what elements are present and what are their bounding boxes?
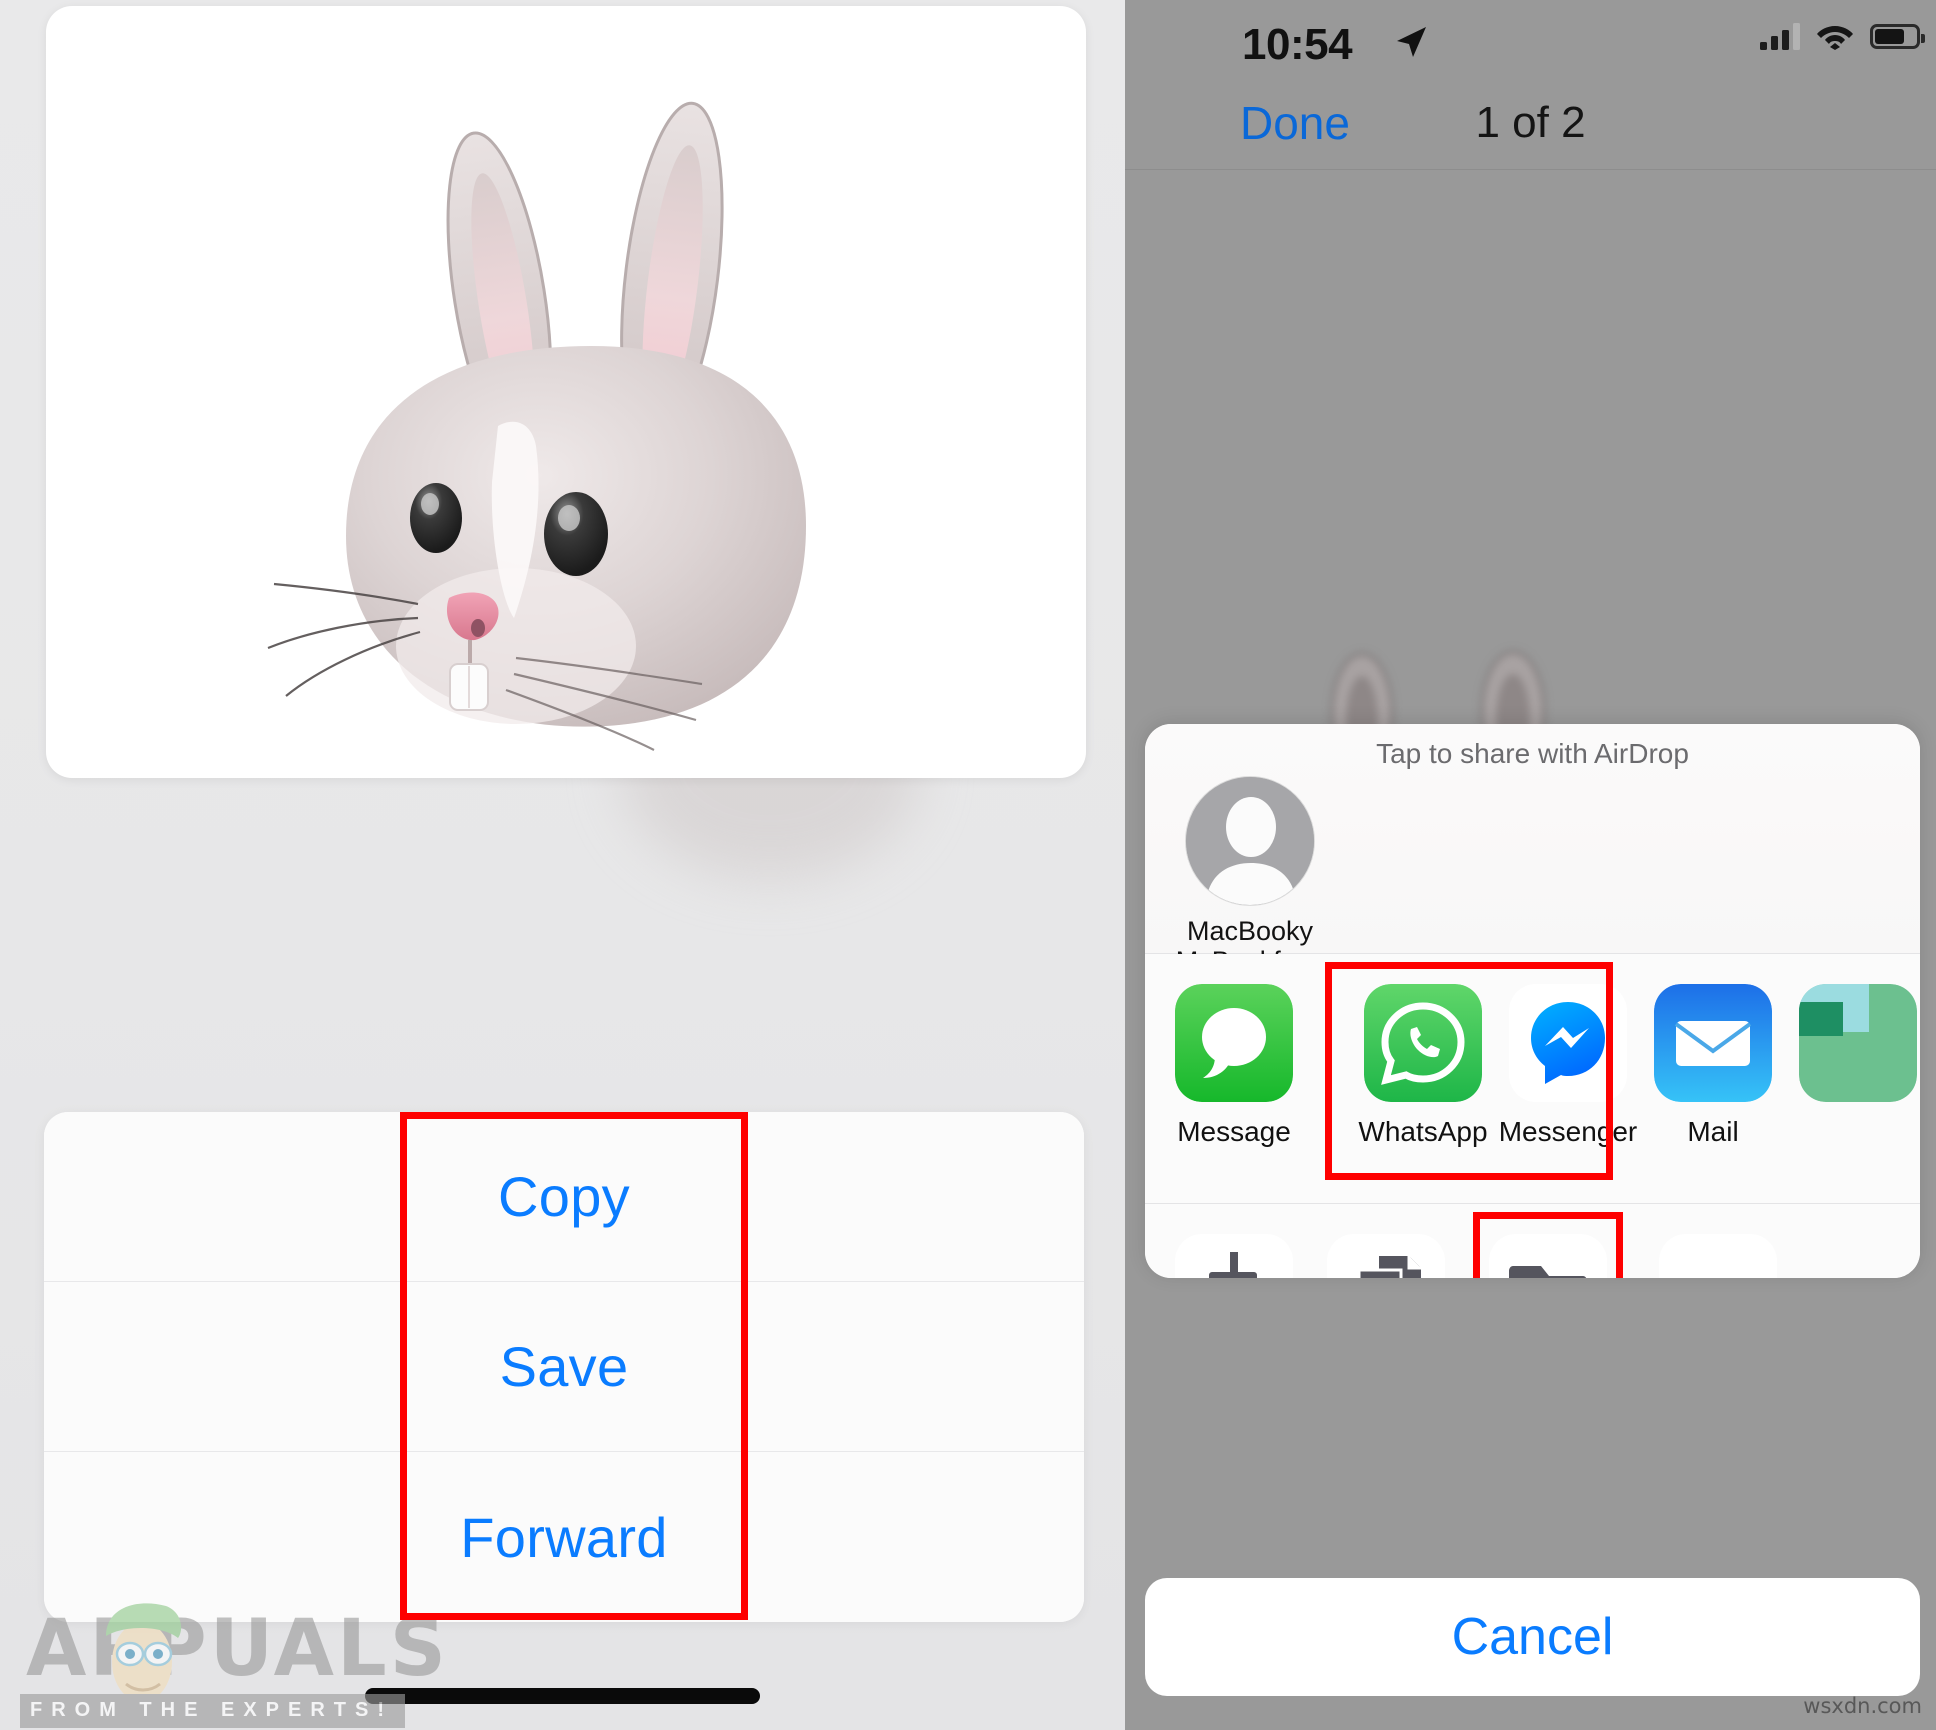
airdrop-section: Tap to share with AirDrop MacBooky McBoo… — [1145, 724, 1920, 976]
copy-icon — [1327, 1234, 1445, 1278]
wifi-icon — [1817, 26, 1853, 50]
share-app-partial[interactable] — [1785, 984, 1920, 1102]
share-actions-row: Save Video Copy — [1145, 1204, 1920, 1278]
messages-app-icon — [1175, 984, 1293, 1102]
ellipsis-icon — [1659, 1234, 1777, 1278]
home-indicator-bar — [365, 1688, 760, 1704]
share-apps-row: Message WhatsApp Messenger Mail — [1145, 954, 1920, 1204]
share-app-label: Mail — [1687, 1116, 1739, 1147]
whatsapp-app-icon — [1364, 984, 1482, 1102]
airdrop-contact-macbooky[interactable]: MacBooky McBookface — [1175, 776, 1325, 976]
cancel-button[interactable]: Cancel — [1145, 1578, 1920, 1696]
share-action-copy[interactable]: Copy — [1313, 1234, 1459, 1278]
share-app-message[interactable]: Message — [1161, 984, 1307, 1148]
battery-icon — [1870, 23, 1925, 49]
appuals-tagline: FROM THE EXPERTS! — [20, 1694, 406, 1728]
cellular-bars-icon — [1760, 22, 1800, 50]
context-menu-item-save[interactable]: Save — [44, 1282, 1084, 1452]
share-app-mail[interactable]: Mail — [1640, 984, 1786, 1148]
context-menu-item-forward[interactable]: Forward — [44, 1452, 1084, 1622]
airdrop-hint-text: Tap to share with AirDrop — [1376, 738, 1689, 769]
share-sheet[interactable]: Tap to share with AirDrop MacBooky McBoo… — [1145, 724, 1920, 1278]
folder-icon — [1489, 1234, 1607, 1278]
wsxdn-watermark: wsxdn.com — [1803, 1694, 1922, 1718]
share-app-label: WhatsApp — [1358, 1116, 1488, 1147]
share-app-messenger[interactable]: Messenger — [1495, 984, 1641, 1148]
message-context-menu[interactable]: Copy Save Forward — [44, 1112, 1084, 1622]
save-video-icon — [1175, 1234, 1293, 1278]
context-menu-item-copy[interactable]: Copy — [44, 1112, 1084, 1282]
messenger-app-icon — [1509, 984, 1627, 1102]
share-action-more[interactable]: More — [1645, 1234, 1791, 1278]
status-bar: 10:54 — [1125, 0, 1936, 80]
status-time: 10:54 — [1242, 20, 1353, 69]
share-action-save-video[interactable]: Save Video — [1161, 1234, 1307, 1278]
avatar — [1185, 776, 1315, 906]
airdrop-name-line1: MacBooky — [1186, 916, 1314, 946]
share-action-save-to-files[interactable]: Save to Files — [1475, 1234, 1621, 1278]
partial-app-icon — [1799, 984, 1917, 1102]
page-title: 1 of 2 — [1475, 98, 1586, 147]
message-bubble-animoji[interactable] — [46, 6, 1086, 778]
share-app-label: Message — [1177, 1116, 1291, 1147]
photo-viewer-nav-bar: Done 1 of 2 — [1125, 80, 1936, 170]
status-icons-group — [1760, 22, 1925, 50]
animoji-bunny-image — [46, 6, 1086, 778]
mail-app-icon — [1654, 984, 1772, 1102]
right-phone-screen: 10:54 Done 1 of 2 Tap to share with AirD… — [1125, 0, 1936, 1730]
share-app-whatsapp[interactable]: WhatsApp — [1350, 984, 1496, 1148]
left-phone-screen: Copy Save Forward APPUALS FROM THE EXPER… — [0, 0, 1125, 1730]
share-app-label: Messenger — [1498, 1116, 1638, 1147]
location-arrow-icon — [1397, 27, 1426, 57]
